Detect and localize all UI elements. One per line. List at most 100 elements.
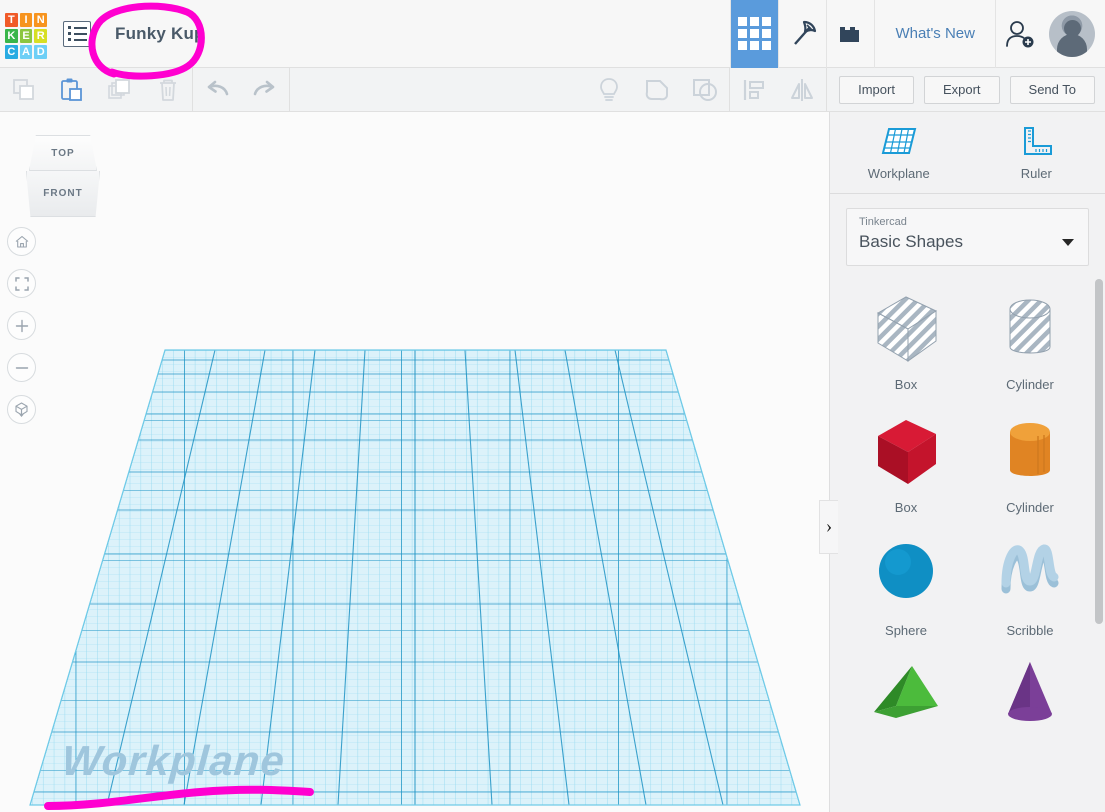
cylinder-hole-icon: [1009, 299, 1051, 354]
tinkercad-logo[interactable]: T I N K E R C A D: [3, 11, 49, 59]
user-avatar[interactable]: [1049, 10, 1095, 57]
duplicate-icon: [108, 78, 130, 99]
logo-letter-n: N: [34, 12, 47, 27]
project-title[interactable]: Funky Kup: [115, 24, 205, 44]
shape-item-pyramid[interactable]: [844, 660, 968, 746]
shapes-scrollbar-thumb[interactable]: [1095, 279, 1103, 624]
undo-button[interactable]: [193, 68, 241, 112]
ruler-icon: [1024, 126, 1053, 155]
ruler-tool-label: Ruler: [1020, 165, 1052, 181]
logo-letter-t: T: [5, 12, 18, 27]
shape-item-cone[interactable]: [968, 660, 1092, 746]
zoom-out-button[interactable]: [7, 353, 36, 382]
group-button[interactable]: [633, 68, 681, 112]
panel-tools: Workplane Ruler: [830, 112, 1105, 194]
add-person-icon: [1005, 20, 1033, 47]
align-icon: [744, 79, 765, 100]
cone-icon: [1008, 662, 1052, 721]
shapes-scrollbar[interactable]: [1095, 271, 1103, 812]
shape-library-dropdown[interactable]: Tinkercad Basic Shapes: [846, 208, 1089, 266]
design-canvas[interactable]: Workplane TOP FRONT: [0, 112, 829, 812]
copy-icon: [13, 78, 34, 100]
mirror-button[interactable]: [778, 68, 826, 112]
align-button[interactable]: [730, 68, 778, 112]
grid-view-button[interactable]: [730, 0, 779, 68]
send-to-button[interactable]: Send To: [1009, 75, 1095, 104]
hint-button[interactable]: [585, 68, 633, 112]
group-shapes-icon: [645, 79, 669, 100]
brick-icon: [839, 26, 859, 42]
projection-toggle-button[interactable]: [7, 395, 36, 424]
codeblocks-button[interactable]: [778, 0, 826, 68]
list-menu-icon[interactable]: [63, 20, 91, 47]
view-cube-front-label: FRONT: [43, 188, 83, 199]
zoom-in-button[interactable]: [7, 311, 36, 340]
copy-button[interactable]: [0, 68, 48, 112]
ungroup-shapes-icon: [693, 78, 718, 101]
import-button[interactable]: Import: [839, 75, 914, 104]
plus-icon: [15, 319, 28, 332]
shape-label: Sphere: [885, 623, 927, 638]
shape-library-selection: Basic Shapes: [859, 232, 963, 251]
ungroup-button[interactable]: [681, 68, 729, 112]
edit-toolbar: Import Export Send To: [0, 67, 1105, 112]
chevron-down-icon[interactable]: [1062, 239, 1074, 246]
undo-arrow-icon: [207, 80, 229, 95]
export-button[interactable]: Export: [923, 75, 1000, 104]
workplane-grid-icon: [881, 127, 917, 154]
logo-letter-k: K: [5, 28, 18, 43]
cube-projection-icon: [15, 402, 28, 418]
shape-label: Scribble: [1006, 623, 1054, 638]
shape-item-scribble[interactable]: Scribble: [968, 537, 1092, 638]
grid-icon: [738, 17, 772, 50]
cylinder-solid-icon: [1010, 423, 1050, 476]
top-bar: T I N K E R C A D Funky Kup What's New: [0, 0, 1105, 68]
shapes-list[interactable]: Box Cylinder Box Cylinder Sphere Scribbl…: [830, 271, 1105, 812]
shape-label: Box: [894, 500, 918, 515]
tinkercad-app: T I N K E R C A D Funky Kup What's New I…: [0, 0, 1105, 812]
logo-letter-a: A: [19, 44, 33, 59]
pyramid-icon: [874, 666, 938, 718]
paste-button[interactable]: [48, 68, 96, 112]
shape-item-box-solid[interactable]: Box: [844, 414, 968, 515]
workplane-grid: [29, 349, 801, 806]
ruler-tool[interactable]: Ruler: [968, 112, 1105, 193]
scribble-icon: [1001, 544, 1059, 594]
shape-label: Cylinder: [1006, 377, 1054, 392]
paste-icon: [61, 78, 82, 101]
view-cube[interactable]: TOP FRONT: [26, 135, 100, 220]
blocks-button[interactable]: [826, 0, 874, 68]
logo-letter-d: D: [34, 44, 47, 59]
workplane[interactable]: Workplane: [0, 112, 829, 812]
sphere-icon: [879, 544, 933, 598]
pickaxe-icon: [794, 20, 817, 45]
invite-person-button[interactable]: [995, 0, 1043, 68]
logo-letter-r: R: [34, 28, 47, 43]
delete-button[interactable]: [144, 68, 192, 112]
fit-to-view-button[interactable]: [7, 269, 36, 298]
shape-library-category: Tinkercad: [859, 216, 907, 228]
trash-icon: [160, 79, 176, 101]
whats-new-link[interactable]: What's New: [874, 0, 995, 68]
home-view-button[interactable]: [7, 227, 36, 256]
lightbulb-icon: [600, 77, 619, 101]
shape-label: Box: [894, 377, 918, 392]
box-hole-icon: [876, 296, 938, 362]
view-cube-front-face[interactable]: FRONT: [26, 171, 100, 217]
shape-label: Cylinder: [1006, 500, 1054, 515]
view-cube-top-label: TOP: [51, 147, 75, 159]
minus-icon: [15, 366, 28, 369]
shape-item-cylinder-hole[interactable]: Cylinder: [968, 291, 1092, 392]
mirror-flip-icon: [791, 78, 814, 101]
shape-item-sphere[interactable]: Sphere: [844, 537, 968, 638]
workplane-label: Workplane: [60, 737, 287, 784]
view-cube-top-face[interactable]: TOP: [29, 135, 97, 171]
panel-collapse-handle[interactable]: ›: [819, 500, 838, 554]
box-solid-icon: [878, 420, 936, 484]
shape-item-box-hole[interactable]: Box: [844, 291, 968, 392]
redo-arrow-icon: [253, 80, 275, 95]
redo-button[interactable]: [241, 68, 289, 112]
shape-item-cylinder-solid[interactable]: Cylinder: [968, 414, 1092, 515]
workplane-tool[interactable]: Workplane: [830, 112, 968, 193]
duplicate-button[interactable]: [96, 68, 144, 112]
